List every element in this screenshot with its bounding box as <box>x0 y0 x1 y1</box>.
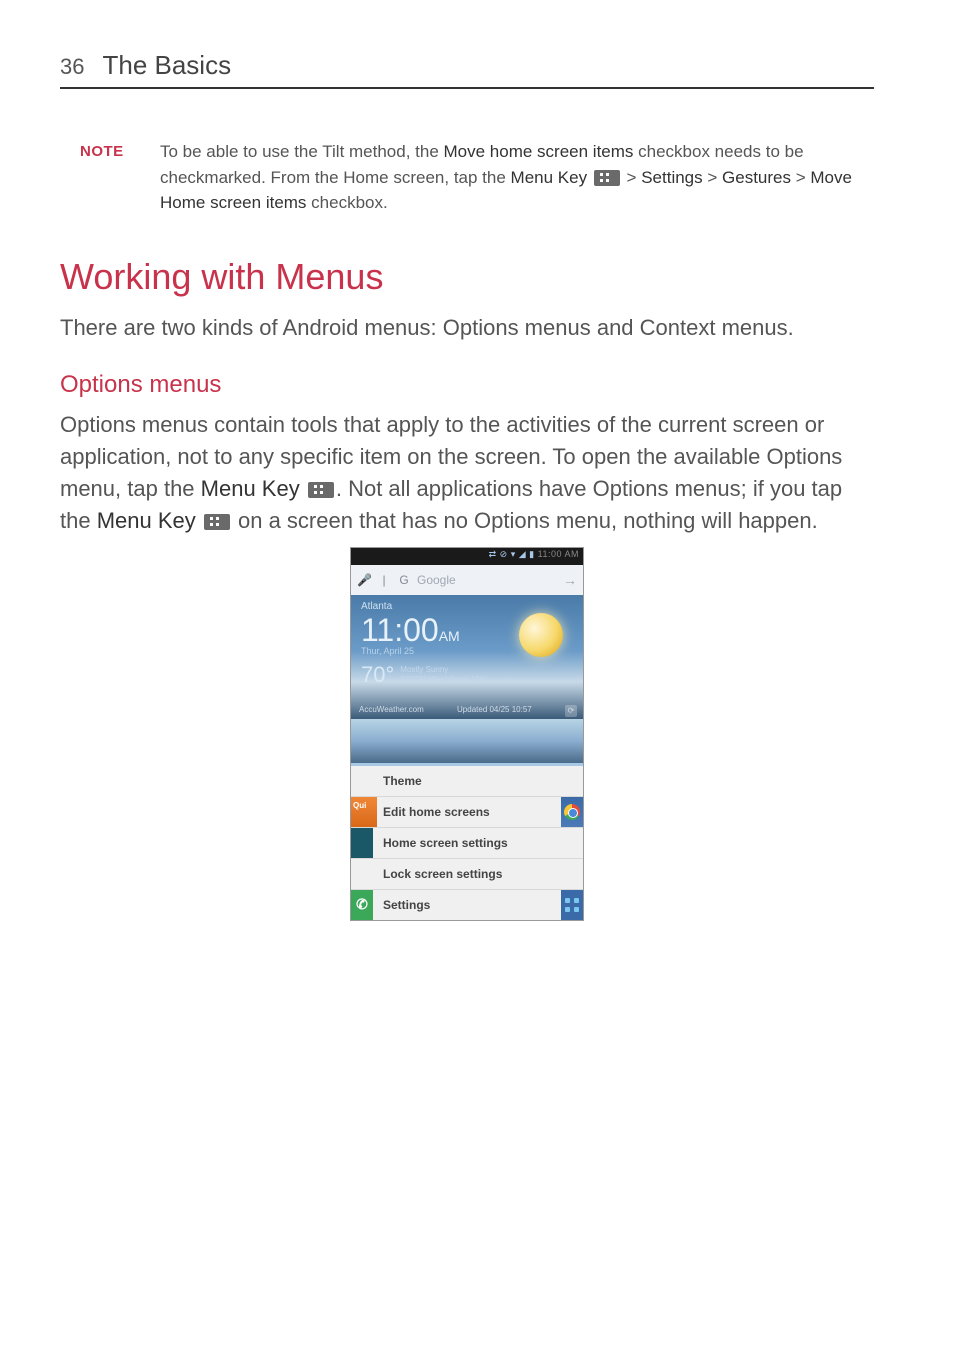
menu-key-icon <box>308 482 334 498</box>
wallpaper-landscape <box>351 719 583 763</box>
note-label: NOTE <box>80 139 160 216</box>
note-bold: Menu Key <box>511 168 588 187</box>
note-bold: Gestures <box>722 168 791 187</box>
refresh-icon[interactable]: ⟳ <box>565 705 577 717</box>
weather-city: Atlanta <box>361 601 573 612</box>
main-heading: Working with Menus <box>60 256 874 298</box>
menu-label: Home screen settings <box>383 836 508 850</box>
menu-key-icon <box>204 514 230 530</box>
quickmemo-icon: Qui <box>351 797 377 827</box>
status-time: 11:00 AM <box>538 549 579 559</box>
status-icons: ⇄ ⊘ ▾ ◢ ▮ <box>489 549 535 559</box>
note-text: > <box>622 168 641 187</box>
weather-row: 70° Mostly Sunny 62°/78° Wind 6mph NW <box>361 662 573 688</box>
page-header: 36 The Basics <box>60 50 874 89</box>
weather-widget[interactable]: Atlanta 11:00AM Thur, April 25 70° Mostl… <box>351 595 583 719</box>
weather-footer: AccuWeather.com Updated 04/25 10:57 ⟳ <box>359 705 577 717</box>
search-bar[interactable]: 🎤 | G Google → <box>351 565 583 595</box>
weather-temp: 70° <box>361 662 394 688</box>
menu-item-theme[interactable]: Theme <box>351 763 583 796</box>
search-placeholder[interactable]: Google <box>417 573 557 587</box>
dock-strip <box>351 828 373 858</box>
body-bold: Menu Key <box>201 476 300 501</box>
options-menu: Theme Qui Edit home screens Home screen … <box>351 763 583 920</box>
note-text: > <box>791 168 810 187</box>
weather-ampm: AM <box>439 628 460 644</box>
menu-item-settings[interactable]: ✆ Settings <box>351 889 583 920</box>
note-bold: Move home screen items <box>444 142 634 161</box>
divider-icon: | <box>377 573 391 587</box>
note-block: NOTE To be able to use the Tilt method, … <box>80 139 874 216</box>
menu-item-lock-settings[interactable]: Lock screen settings <box>351 858 583 889</box>
body-bold: Menu Key <box>97 508 196 533</box>
sub-heading: Options menus <box>60 371 874 399</box>
intro-paragraph: There are two kinds of Android menus: Op… <box>60 312 874 344</box>
weather-provider: AccuWeather.com <box>359 705 424 717</box>
body-paragraph: Options menus contain tools that apply t… <box>60 409 874 537</box>
weather-cond-1: Mostly Sunny <box>400 665 485 675</box>
phone-icon: ✆ <box>351 890 373 920</box>
weather-cond-2: 62°/78° Wind 6mph NW <box>400 675 485 685</box>
weather-updated: Updated 04/25 10:57 <box>457 705 532 717</box>
body-text: on a screen that has no Options menu, no… <box>232 508 818 533</box>
sun-icon <box>519 613 563 657</box>
weather-conditions: Mostly Sunny 62°/78° Wind 6mph NW <box>400 665 485 684</box>
note-text: checkbox. <box>306 193 387 212</box>
note-bold: Settings <box>641 168 702 187</box>
page-number: 36 <box>60 54 84 80</box>
google-g-icon: G <box>397 573 411 587</box>
arrow-right-icon[interactable]: → <box>563 572 577 588</box>
menu-label: Lock screen settings <box>383 867 502 881</box>
menu-key-icon <box>594 170 620 186</box>
phone-screenshot: ⇄ ⊘ ▾ ◢ ▮ 11:00 AM 🎤 | G Google → Atlant… <box>60 547 874 921</box>
note-text: To be able to use the Tilt method, the <box>160 142 444 161</box>
menu-label: Settings <box>383 898 430 912</box>
note-text: > <box>703 168 722 187</box>
menu-item-edit-home[interactable]: Qui Edit home screens <box>351 796 583 827</box>
weather-time-value: 11:00 <box>361 612 439 648</box>
note-body: To be able to use the Tilt method, the M… <box>160 139 874 216</box>
menu-item-home-settings[interactable]: Home screen settings <box>351 827 583 858</box>
mic-icon[interactable]: 🎤 <box>357 573 371 587</box>
phone-frame: ⇄ ⊘ ▾ ◢ ▮ 11:00 AM 🎤 | G Google → Atlant… <box>350 547 584 921</box>
apps-icon <box>561 890 583 920</box>
menu-label: Theme <box>383 774 422 788</box>
section-title: The Basics <box>102 50 231 81</box>
menu-label: Edit home screens <box>383 805 490 819</box>
status-bar: ⇄ ⊘ ▾ ◢ ▮ 11:00 AM <box>351 548 583 565</box>
chrome-icon <box>561 797 583 827</box>
